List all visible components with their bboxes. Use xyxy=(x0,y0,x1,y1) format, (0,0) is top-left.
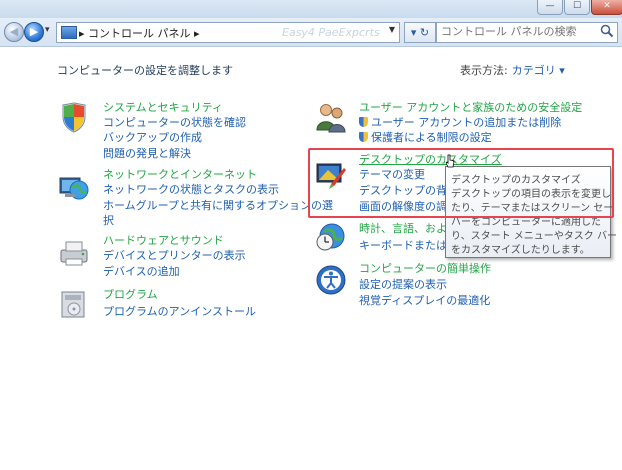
category-programs[interactable]: プログラム xyxy=(103,286,158,302)
tooltip-line: デスクトップの項目の表示を変更し xyxy=(451,189,611,200)
view-by-dropdown[interactable]: カテゴリ ▾ xyxy=(512,64,565,77)
tooltip-title: デスクトップのカスタマイズ xyxy=(451,175,581,186)
navigation-bar: ◀ ▶ ▾ ▸ コントロール パネル ▸ Easy4 PaeExpcrts ▼ … xyxy=(0,18,622,47)
category-ease-of-access[interactable]: コンピューターの簡単操作 xyxy=(359,260,491,276)
link-devices-printers[interactable]: デバイスとプリンターの表示 xyxy=(103,247,246,263)
link-add-remove-accounts-label: ユーザー アカウントの追加または削除 xyxy=(371,116,562,129)
maximize-button[interactable]: ☐ xyxy=(564,0,590,15)
link-create-backup[interactable]: バックアップの作成 xyxy=(103,129,202,145)
tooltip-line: たり、テーマまたはスクリーン セー xyxy=(451,203,614,214)
tooltip: デスクトップのカスタマイズ デスクトップの項目の表示を変更し たり、テーマまたは… xyxy=(445,166,617,258)
minimize-button[interactable]: — xyxy=(537,0,563,15)
link-homegroup-sharing-cont[interactable]: 択 xyxy=(103,212,114,228)
category-hardware-sound[interactable]: ハードウェアとサウンド xyxy=(103,232,224,248)
tooltip-line: バーをコンピューターに適用した xyxy=(451,217,601,228)
title-bar: — ☐ ✕ xyxy=(0,0,622,18)
search-box[interactable] xyxy=(436,22,618,43)
address-bar[interactable]: ▸ コントロール パネル ▸ Easy4 PaeExpcrts ▼ xyxy=(56,22,400,43)
control-panel-icon xyxy=(61,26,77,39)
programs-icon[interactable] xyxy=(57,287,91,321)
breadcrumb[interactable]: ▸ コントロール パネル ▸ xyxy=(79,25,200,41)
back-button[interactable]: ◀ xyxy=(4,22,24,42)
link-optimize-display[interactable]: 視覚ディスプレイの最適化 xyxy=(359,292,490,308)
refresh-button[interactable]: ▾ ↻ xyxy=(404,22,436,43)
category-system-security[interactable]: システムとセキュリティ xyxy=(103,99,223,115)
link-screen-resolution[interactable]: 画面の解像度の調整 xyxy=(359,198,458,214)
user-accounts-icon[interactable] xyxy=(314,100,348,134)
search-icon[interactable] xyxy=(600,24,614,38)
category-network-internet[interactable]: ネットワークとインターネット xyxy=(103,166,257,182)
link-add-device[interactable]: デバイスの追加 xyxy=(103,263,180,279)
forward-button[interactable]: ▶ xyxy=(24,22,44,42)
link-add-remove-accounts[interactable]: ユーザー アカウントの追加または削除 xyxy=(359,114,561,130)
category-user-accounts[interactable]: ユーザー アカウントと家族のための安全設定 xyxy=(359,99,582,115)
hardware-sound-icon[interactable] xyxy=(57,236,91,270)
link-network-status[interactable]: ネットワークの状態とタスクの表示 xyxy=(103,181,279,197)
chevron-down-icon[interactable]: ▼ xyxy=(389,25,395,34)
uac-shield-icon xyxy=(359,117,368,127)
appearance-icon[interactable] xyxy=(314,158,348,192)
category-appearance[interactable]: デスクトップのカスタマイズ xyxy=(359,151,502,167)
recent-pages-icon[interactable]: ▾ xyxy=(45,25,50,35)
view-by: 表示方法: カテゴリ ▾ xyxy=(460,62,565,78)
close-icon: ✕ xyxy=(603,1,611,11)
uac-shield-icon xyxy=(359,132,368,142)
watermark: Easy4 PaeExpcrts xyxy=(282,26,380,39)
page-title: コンピューターの設定を調整します xyxy=(57,64,233,77)
link-get-recommendations[interactable]: 設定の提案の表示 xyxy=(359,276,447,292)
minimize-icon: — xyxy=(545,1,555,11)
forward-arrow-icon: ▶ xyxy=(29,25,39,38)
view-by-label: 表示方法: xyxy=(460,64,508,77)
link-change-theme[interactable]: テーマの変更 xyxy=(359,166,425,182)
link-uninstall-program[interactable]: プログラムのアンインストール xyxy=(103,303,256,319)
link-check-computer-status[interactable]: コンピューターの状態を確認 xyxy=(103,114,246,130)
ease-of-access-icon[interactable] xyxy=(314,263,348,297)
link-parental-controls-label: 保護者による制限の設定 xyxy=(371,131,492,144)
clock-language-icon[interactable] xyxy=(314,220,348,254)
system-security-icon[interactable] xyxy=(57,100,91,134)
link-parental-controls[interactable]: 保護者による制限の設定 xyxy=(359,129,492,145)
maximize-icon: ☐ xyxy=(572,1,582,11)
tooltip-line: をカスタマイズしたりします。 xyxy=(451,245,590,256)
link-homegroup-sharing[interactable]: ホームグループと共有に関するオプションの選 xyxy=(103,197,333,213)
hand-cursor-icon xyxy=(445,154,455,168)
back-arrow-icon: ◀ xyxy=(9,25,19,38)
close-button[interactable]: ✕ xyxy=(591,0,622,15)
network-icon[interactable] xyxy=(57,170,91,204)
tooltip-line: り、スタート メニューやタスク バー xyxy=(451,231,617,242)
link-find-fix-problems[interactable]: 問題の発見と解決 xyxy=(103,145,191,161)
search-input[interactable] xyxy=(441,25,591,38)
